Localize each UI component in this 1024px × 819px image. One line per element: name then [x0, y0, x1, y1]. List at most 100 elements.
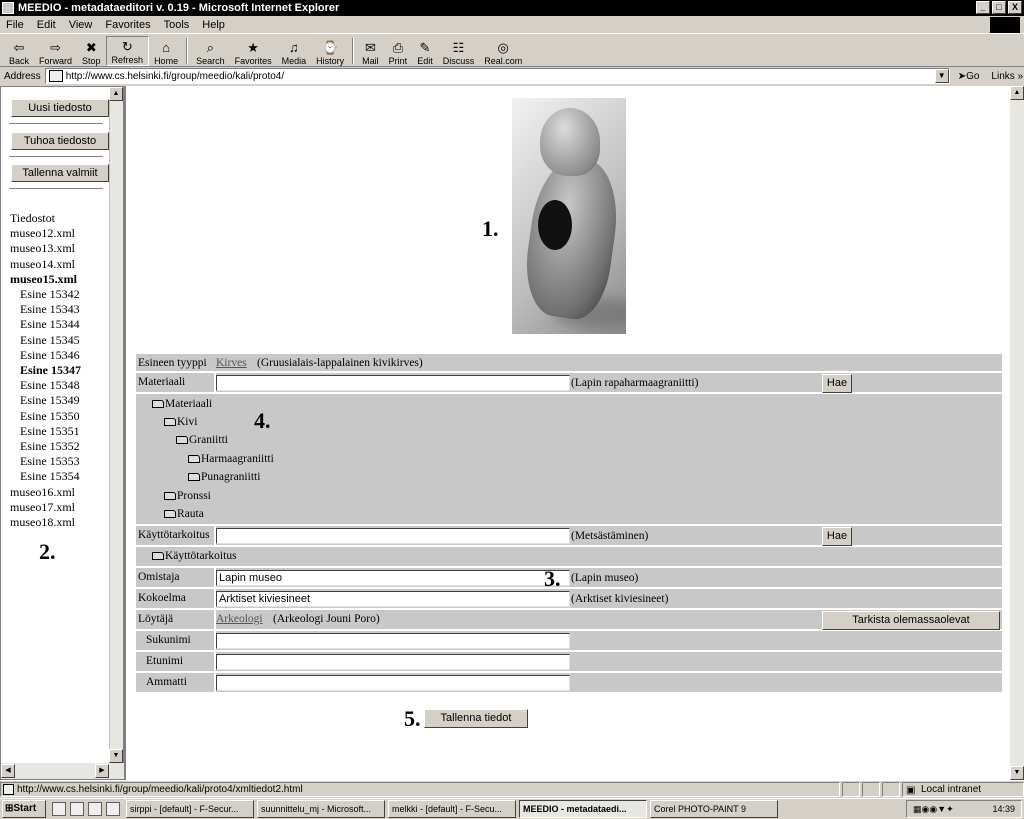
surname-input[interactable] [216, 633, 570, 649]
history-button[interactable]: ⌚ History [311, 36, 349, 67]
tree-node-materiaali[interactable]: Materiaali [152, 398, 212, 410]
object-item[interactable]: Esine 15344 [10, 317, 81, 332]
task-button[interactable]: melkki - [default] - F-Secu... [388, 800, 516, 818]
favorites-button[interactable]: ★ Favorites [230, 36, 277, 67]
back-button[interactable]: ⇦ Back [4, 36, 34, 67]
object-item[interactable]: Esine 15342 [10, 287, 81, 302]
go-button[interactable]: ➤Go [958, 71, 980, 82]
quick-launch-icon[interactable] [52, 802, 66, 816]
address-input[interactable]: http://www.cs.helsinki.fi/group/meedio/k… [44, 68, 950, 84]
owner-input[interactable]: Lapin museo [216, 570, 570, 586]
object-item[interactable]: Esine 15346 [10, 348, 81, 363]
scroll-right-icon[interactable]: ▶ [95, 764, 109, 778]
save-ready-button[interactable]: Tallenna valmiit [11, 164, 109, 182]
file-item[interactable]: museo16.xml [10, 485, 81, 500]
menu-tools[interactable]: Tools [164, 19, 190, 31]
tree-node-pronssi[interactable]: Pronssi [164, 490, 211, 502]
system-tray: ▦◉◉▼✦ 14:39 [906, 800, 1022, 818]
object-item[interactable]: Esine 15348 [10, 378, 81, 393]
quick-launch-icon[interactable] [106, 802, 120, 816]
scroll-down-icon[interactable]: ▼ [1010, 766, 1024, 780]
folder-open-icon [188, 473, 200, 481]
type-row: Esineen tyyppi Kirves (Gruusialais-lappa… [136, 354, 1002, 373]
discuss-button[interactable]: ☷ Discuss [438, 36, 480, 67]
type-link[interactable]: Kirves [216, 357, 247, 369]
save-data-button[interactable]: Tallenna tiedot [424, 709, 528, 728]
restore-button[interactable]: □ [992, 1, 1006, 14]
object-item[interactable]: Esine 15343 [10, 302, 81, 317]
file-item[interactable]: museo18.xml [10, 515, 81, 530]
check-existing-button[interactable]: Tarkista olemassaolevat [822, 611, 1000, 630]
start-button[interactable]: ⊞Start [2, 800, 46, 818]
scroll-up-icon[interactable]: ▲ [109, 87, 123, 101]
scroll-down-icon[interactable]: ▼ [109, 749, 123, 763]
object-item[interactable]: Esine 15353 [10, 454, 81, 469]
tree-node-punagraniitti[interactable]: Punagraniitti [188, 471, 260, 483]
material-input[interactable] [216, 375, 570, 391]
window-title: MEEDIO - metadataeditori v. 0.19 - Micro… [18, 2, 340, 14]
toolbar: ⇦ Back ⇨ Forward ✖ Stop ↻ Refresh ⌂ Home ⌕ Sea… [0, 35, 1024, 67]
menu-view[interactable]: View [69, 19, 93, 31]
task-button[interactable]: Corel PHOTO-PAINT 9 [650, 800, 778, 818]
tree-node-rauta[interactable]: Rauta [164, 508, 204, 520]
finder-link[interactable]: Arkeologi [216, 613, 263, 625]
tree-node-graniitti[interactable]: Graniitti [176, 434, 228, 446]
object-item-selected[interactable]: Esine 15347 [10, 363, 81, 378]
scroll-up-icon[interactable]: ▲ [1010, 86, 1024, 100]
object-item[interactable]: Esine 15354 [10, 469, 81, 484]
object-item[interactable]: Esine 15351 [10, 424, 81, 439]
task-button[interactable]: suunnittelu_mj - Microsoft... [257, 800, 385, 818]
file-item[interactable]: museo13.xml [10, 241, 81, 256]
material-search-button[interactable]: Hae [822, 374, 852, 393]
home-button[interactable]: ⌂ Home [149, 36, 183, 67]
favorites-icon: ★ [247, 40, 259, 55]
object-item[interactable]: Esine 15350 [10, 409, 81, 424]
minimize-button[interactable]: _ [976, 1, 990, 14]
address-dropdown-icon[interactable]: ▼ [934, 69, 949, 83]
file-item[interactable]: museo12.xml [10, 226, 81, 241]
collection-input[interactable]: Arktiset kiviesineet [216, 591, 570, 607]
print-button[interactable]: ⎙ Print [384, 36, 413, 67]
profession-input[interactable] [216, 675, 570, 691]
delete-file-button[interactable]: Tuhoa tiedosto [11, 132, 109, 150]
media-button[interactable]: ♫ Media [277, 36, 312, 67]
file-navigator-frame: Uusi tiedosto Tuhoa tiedosto Tallenna va… [0, 86, 125, 780]
left-vertical-scrollbar[interactable]: ▲ ▼ [109, 87, 123, 763]
forward-button[interactable]: ⇨ Forward [34, 36, 77, 67]
file-item[interactable]: museo17.xml [10, 500, 81, 515]
quick-launch-icon[interactable] [88, 802, 102, 816]
refresh-button[interactable]: ↻ Refresh [105, 36, 150, 66]
edit-button[interactable]: ✎ Edit [412, 36, 438, 67]
object-item[interactable]: Esine 15349 [10, 393, 81, 408]
purpose-label: Käyttötarkoitus [138, 529, 210, 541]
tree-node-harmaagraniitti[interactable]: Harmaagraniitti [188, 453, 274, 465]
mail-button[interactable]: ✉ Mail [357, 36, 384, 67]
tray-icons[interactable]: ▦◉◉▼✦ [913, 804, 954, 815]
new-file-button[interactable]: Uusi tiedosto [11, 99, 109, 117]
firstname-input[interactable] [216, 654, 570, 670]
realcom-button[interactable]: ◎ Real.com [479, 36, 527, 67]
object-item[interactable]: Esine 15345 [10, 333, 81, 348]
close-button[interactable]: X [1008, 1, 1022, 14]
scroll-left-icon[interactable]: ◀ [1, 764, 15, 778]
stop-button[interactable]: ✖ Stop [77, 36, 106, 67]
purpose-input[interactable] [216, 528, 570, 544]
file-item-open[interactable]: museo15.xml [10, 272, 81, 287]
links-button[interactable]: Links » [991, 71, 1023, 82]
file-item[interactable]: museo14.xml [10, 257, 81, 272]
menu-edit[interactable]: Edit [37, 19, 56, 31]
right-vertical-scrollbar[interactable]: ▲ ▼ [1010, 86, 1024, 780]
tree-node-kayttotarkoitus[interactable]: Käyttötarkoitus [152, 550, 237, 562]
menu-file[interactable]: File [6, 19, 24, 31]
menu-help[interactable]: Help [202, 19, 225, 31]
task-button[interactable]: sirppi - [default] - F-Secur... [126, 800, 254, 818]
menu-favorites[interactable]: Favorites [105, 19, 150, 31]
object-item[interactable]: Esine 15352 [10, 439, 81, 454]
folder-open-icon [152, 400, 164, 408]
left-horizontal-scrollbar[interactable]: ◀ ▶ [1, 763, 125, 779]
search-button[interactable]: ⌕ Search [191, 36, 230, 67]
tree-node-kivi[interactable]: Kivi [164, 416, 197, 428]
task-button-active[interactable]: MEEDIO - metadataedi... [519, 800, 647, 818]
quick-launch-icon[interactable] [70, 802, 84, 816]
purpose-search-button[interactable]: Hae [822, 527, 852, 546]
